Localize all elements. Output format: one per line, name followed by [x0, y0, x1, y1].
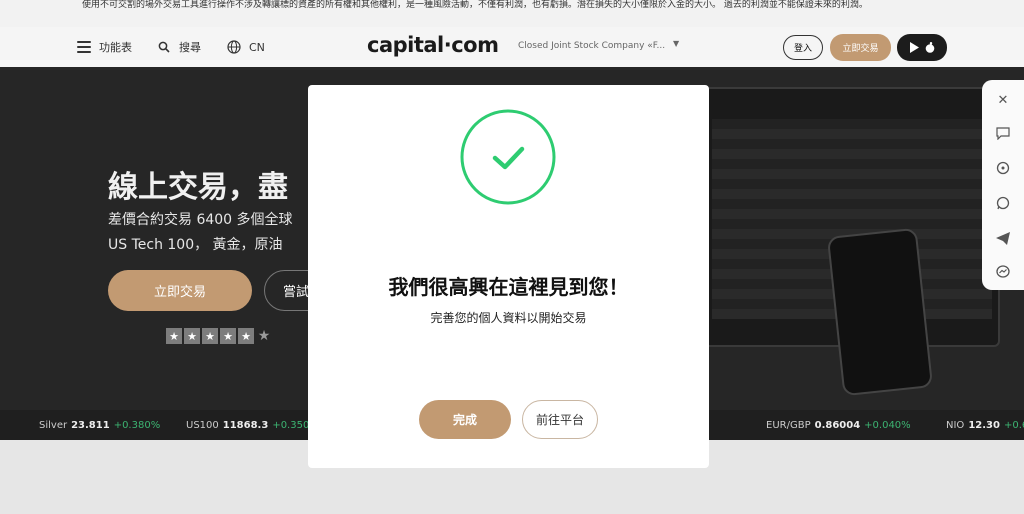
chevron-down-icon[interactable]: ▼: [673, 39, 679, 48]
ticker-price: 0.86004: [814, 420, 861, 431]
menu-label[interactable]: 功能表: [99, 27, 132, 67]
search-label[interactable]: 搜尋: [179, 27, 201, 67]
ticker-symbol: NIO: [946, 420, 965, 431]
star-icon: ★: [238, 328, 254, 344]
ticker-price: 23.811: [71, 420, 110, 431]
go-to-platform-button[interactable]: 前往平台: [522, 400, 598, 439]
search-icon[interactable]: [158, 27, 170, 67]
ticker-item[interactable]: EUR/GBP 0.86004 +0.040%: [766, 420, 911, 431]
modal-title: 我們很高興在這裡見到您！: [388, 275, 629, 299]
hero-trade-button[interactable]: 立即交易: [108, 270, 252, 311]
star-empty-icon: ★: [257, 328, 271, 344]
modal-subtitle: 完善您的個人資料以開始交易: [430, 311, 587, 325]
ticker-symbol: EUR/GBP: [766, 420, 811, 431]
phone-illustration: [826, 227, 934, 397]
entity-selector[interactable]: Closed Joint Stock Company «F...: [518, 41, 665, 51]
menu-icon[interactable]: [77, 41, 91, 53]
risk-warning-banner: 使用不可交割的場外交易工具進行操作不涉及轉讓標的資產的所有權和其他權利，是一種風…: [0, 0, 1024, 27]
star-icon: ★: [166, 328, 182, 344]
ticker-change: +0.380%: [113, 420, 161, 431]
ticker-symbol: Silver: [39, 420, 68, 431]
ticker-change: +0.040%: [864, 420, 911, 431]
close-icon[interactable]: ✕: [995, 92, 1011, 108]
success-check-icon: [460, 109, 556, 205]
done-button[interactable]: 完成: [419, 400, 511, 439]
ticker-price: 11868.3: [222, 420, 269, 431]
rating-stars: ★ ★ ★ ★ ★ ★: [166, 328, 272, 344]
star-icon: ★: [184, 328, 200, 344]
star-icon: ★: [220, 328, 236, 344]
hero-subtitle-1: 差價合約交易 6400 多個全球: [108, 212, 293, 228]
chat-icon[interactable]: [995, 125, 1011, 141]
globe-icon[interactable]: [227, 27, 241, 67]
play-store-icon: [910, 42, 919, 53]
messenger-icon[interactable]: [995, 264, 1011, 280]
login-button[interactable]: 登入: [783, 35, 823, 60]
telegram-icon[interactable]: [995, 230, 1011, 246]
viber-icon[interactable]: [995, 160, 1011, 176]
site-header: 功能表 搜尋 CN capital·com Closed Joint Stock…: [0, 27, 1024, 67]
language-label[interactable]: CN: [249, 27, 265, 67]
app-download-button[interactable]: [897, 34, 947, 61]
ticker-item[interactable]: NIO12.30+0.65: [946, 420, 1024, 431]
capital-com-logo[interactable]: capital·com: [367, 33, 499, 57]
ticker-item[interactable]: US100 11868.3 +0.350%: [186, 420, 319, 431]
hero-subtitle-2: US Tech 100， 黃金，原油: [108, 237, 283, 253]
whatsapp-icon[interactable]: [995, 195, 1011, 211]
ticker-price: 12.30: [968, 420, 1000, 431]
ticker-item[interactable]: Silver 23.811 +0.380%: [39, 420, 160, 431]
star-icon: ★: [202, 328, 218, 344]
welcome-modal: 我們很高興在這裡見到您！ 完善您的個人資料以開始交易 完成 前往平台: [308, 85, 709, 468]
contact-side-panel: ✕: [982, 80, 1024, 290]
trade-now-button[interactable]: 立即交易: [830, 34, 891, 61]
ticker-symbol: US100: [186, 420, 219, 431]
ticker-change: +0.65: [1003, 420, 1024, 431]
apple-icon: [925, 42, 935, 53]
hero-title: 線上交易，盡: [108, 170, 288, 205]
